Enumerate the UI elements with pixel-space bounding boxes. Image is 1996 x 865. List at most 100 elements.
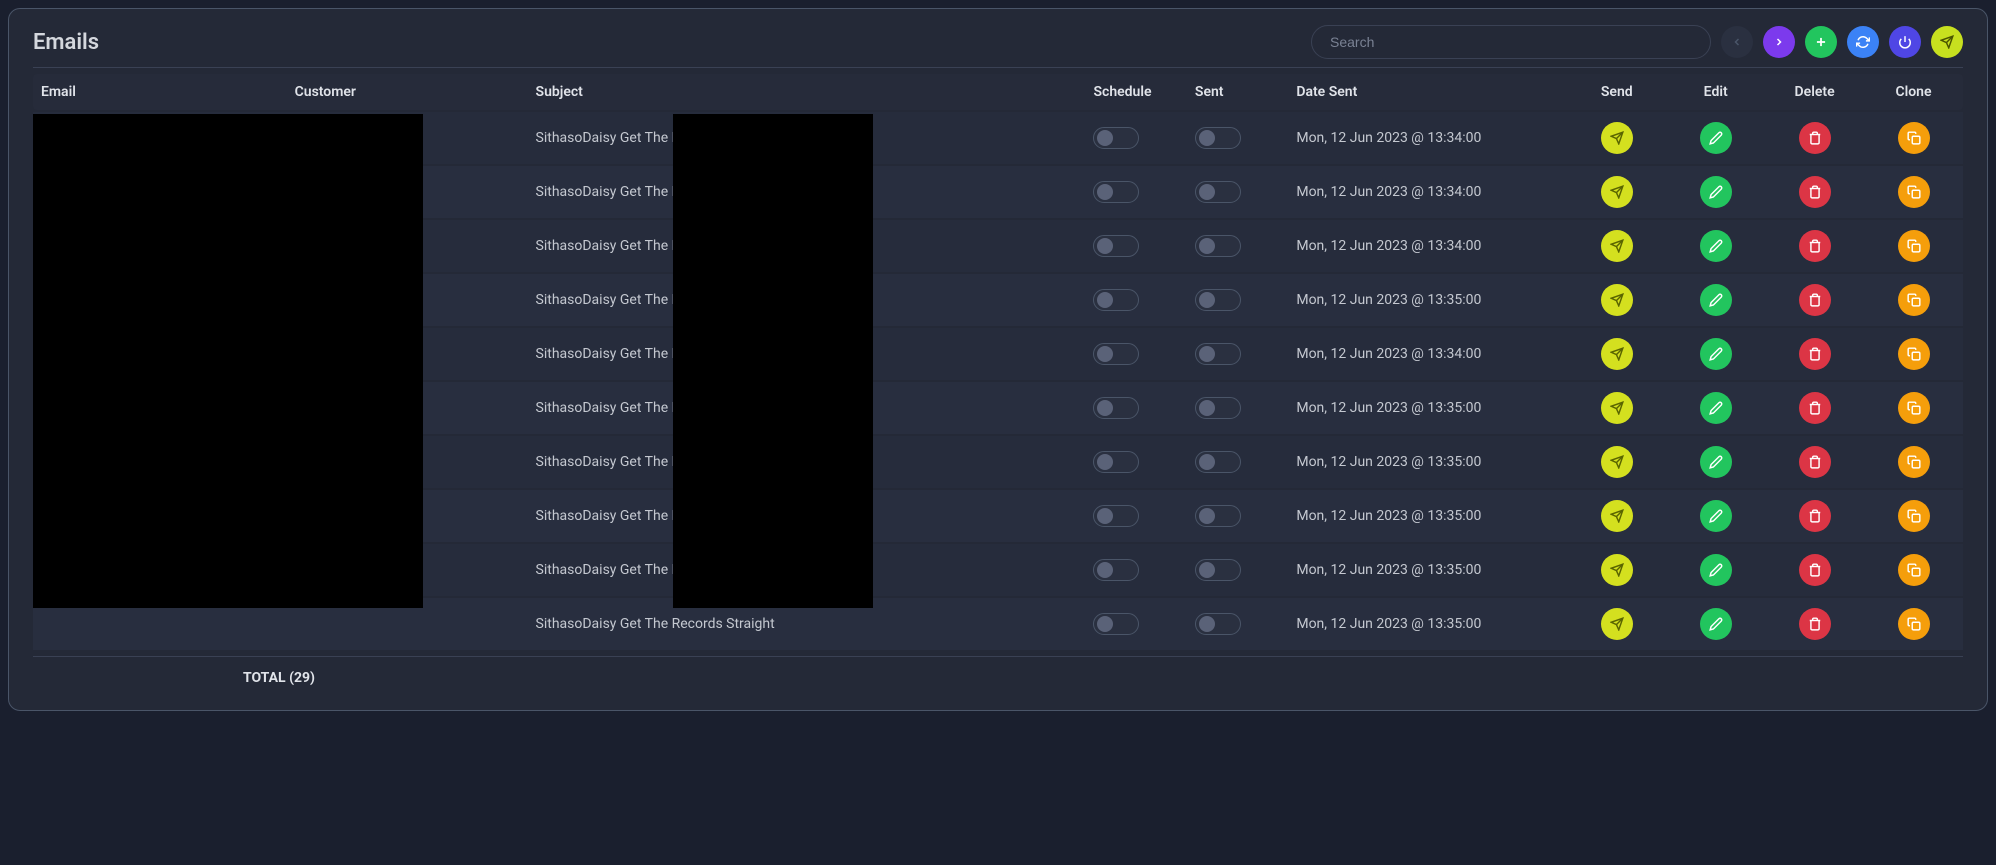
send-button[interactable] [1601, 392, 1633, 424]
cell-date-sent: Mon, 12 Jun 2023 @ 13:35:00 [1288, 436, 1567, 488]
send-icon [1610, 185, 1624, 199]
cell-subject: SithasoDaisy Get The Records Straight [528, 220, 1086, 272]
send-button[interactable] [1601, 176, 1633, 208]
next-page-button[interactable] [1763, 26, 1795, 58]
col-clone: Clone [1864, 74, 1963, 110]
edit-button[interactable] [1700, 500, 1732, 532]
schedule-toggle[interactable] [1093, 505, 1139, 527]
cell-sent [1187, 274, 1288, 326]
cell-schedule [1085, 112, 1186, 164]
delete-button[interactable] [1799, 554, 1831, 586]
clone-button[interactable] [1898, 500, 1930, 532]
clone-button[interactable] [1898, 446, 1930, 478]
schedule-toggle[interactable] [1093, 397, 1139, 419]
send-button[interactable] [1601, 608, 1633, 640]
panel-header: Emails [33, 25, 1963, 59]
edit-button[interactable] [1700, 230, 1732, 262]
sent-toggle[interactable] [1195, 127, 1241, 149]
cell-send [1567, 220, 1666, 272]
cell-schedule [1085, 274, 1186, 326]
edit-button[interactable] [1700, 176, 1732, 208]
schedule-toggle[interactable] [1093, 613, 1139, 635]
delete-button[interactable] [1799, 446, 1831, 478]
cell-subject: SithasoDaisy Get The Records Straight [528, 544, 1086, 596]
clone-button[interactable] [1898, 392, 1930, 424]
schedule-toggle[interactable] [1093, 559, 1139, 581]
edit-button[interactable] [1700, 122, 1732, 154]
copy-icon [1907, 347, 1921, 361]
cell-clone [1864, 166, 1963, 218]
sent-toggle[interactable] [1195, 559, 1241, 581]
cell-customer [287, 598, 528, 650]
clone-button[interactable] [1898, 338, 1930, 370]
sent-toggle[interactable] [1195, 451, 1241, 473]
cell-delete [1765, 544, 1864, 596]
edit-button[interactable] [1700, 554, 1732, 586]
schedule-toggle[interactable] [1093, 127, 1139, 149]
col-delete: Delete [1765, 74, 1864, 110]
clone-button[interactable] [1898, 230, 1930, 262]
schedule-toggle[interactable] [1093, 451, 1139, 473]
cell-delete [1765, 382, 1864, 434]
sent-toggle[interactable] [1195, 505, 1241, 527]
search-input[interactable] [1311, 25, 1711, 59]
sent-toggle[interactable] [1195, 235, 1241, 257]
pencil-icon [1709, 509, 1723, 523]
cell-sent [1187, 436, 1288, 488]
clone-button[interactable] [1898, 176, 1930, 208]
send-button[interactable] [1601, 500, 1633, 532]
schedule-toggle[interactable] [1093, 289, 1139, 311]
cell-date-sent: Mon, 12 Jun 2023 @ 13:34:00 [1288, 220, 1567, 272]
clone-button[interactable] [1898, 122, 1930, 154]
delete-button[interactable] [1799, 608, 1831, 640]
chevron-right-icon [1773, 36, 1785, 48]
total-count: TOTAL (29) [243, 670, 315, 686]
delete-button[interactable] [1799, 230, 1831, 262]
sent-toggle[interactable] [1195, 289, 1241, 311]
edit-button[interactable] [1700, 284, 1732, 316]
send-button[interactable] [1601, 446, 1633, 478]
send-button[interactable] [1601, 230, 1633, 262]
send-button[interactable] [1601, 338, 1633, 370]
pencil-icon [1709, 563, 1723, 577]
clone-button[interactable] [1898, 284, 1930, 316]
sent-toggle[interactable] [1195, 397, 1241, 419]
pencil-icon [1709, 347, 1723, 361]
cell-date-sent: Mon, 12 Jun 2023 @ 13:35:00 [1288, 490, 1567, 542]
send-icon [1610, 509, 1624, 523]
edit-button[interactable] [1700, 338, 1732, 370]
cell-edit [1666, 274, 1765, 326]
delete-button[interactable] [1799, 338, 1831, 370]
header-actions [1311, 25, 1963, 59]
schedule-toggle[interactable] [1093, 235, 1139, 257]
schedule-toggle[interactable] [1093, 181, 1139, 203]
add-button[interactable] [1805, 26, 1837, 58]
delete-button[interactable] [1799, 284, 1831, 316]
power-button[interactable] [1889, 26, 1921, 58]
cell-clone [1864, 220, 1963, 272]
send-button[interactable] [1601, 554, 1633, 586]
cell-subject: SithasoDaisy Get The Records Straight [528, 382, 1086, 434]
delete-button[interactable] [1799, 392, 1831, 424]
clone-button[interactable] [1898, 608, 1930, 640]
cell-schedule [1085, 382, 1186, 434]
sent-toggle[interactable] [1195, 613, 1241, 635]
delete-button[interactable] [1799, 176, 1831, 208]
sent-toggle[interactable] [1195, 181, 1241, 203]
sent-toggle[interactable] [1195, 343, 1241, 365]
trash-icon [1808, 131, 1822, 145]
edit-button[interactable] [1700, 446, 1732, 478]
cell-schedule [1085, 166, 1186, 218]
send-button[interactable] [1601, 284, 1633, 316]
edit-button[interactable] [1700, 392, 1732, 424]
delete-button[interactable] [1799, 500, 1831, 532]
refresh-button[interactable] [1847, 26, 1879, 58]
edit-button[interactable] [1700, 608, 1732, 640]
send-button[interactable] [1601, 122, 1633, 154]
send-all-button[interactable] [1931, 26, 1963, 58]
delete-button[interactable] [1799, 122, 1831, 154]
schedule-toggle[interactable] [1093, 343, 1139, 365]
prev-page-button [1721, 26, 1753, 58]
cell-schedule [1085, 544, 1186, 596]
clone-button[interactable] [1898, 554, 1930, 586]
